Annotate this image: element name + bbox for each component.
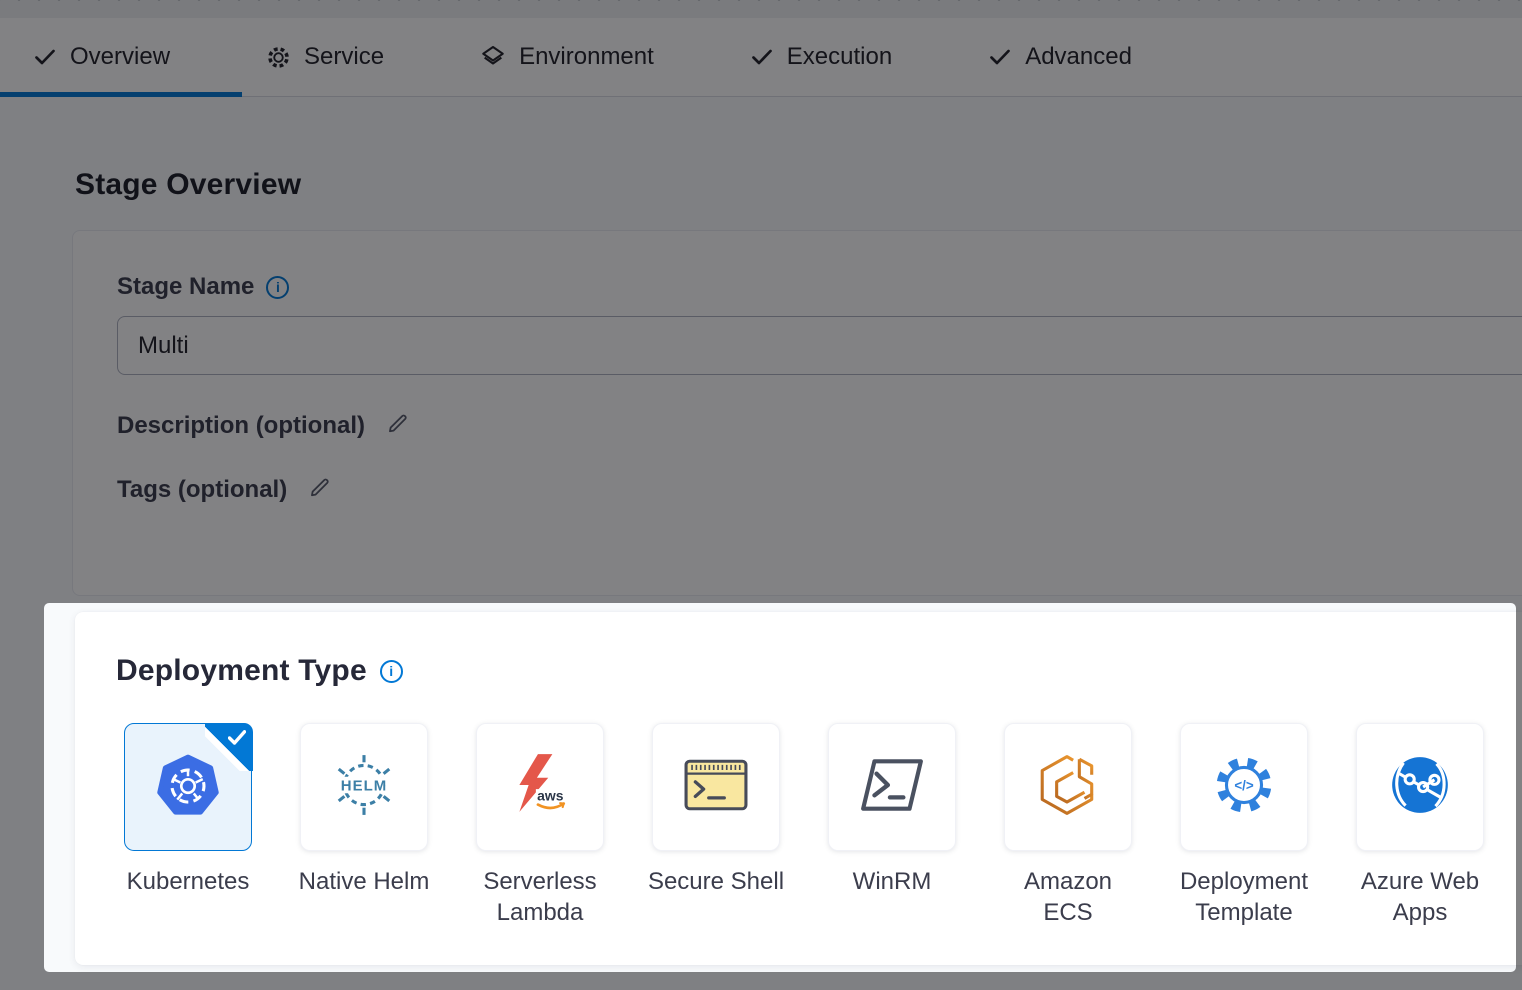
check-icon [33,45,57,69]
svg-text:</>: </> [1234,778,1254,793]
stage-details-card: Stage Name i Description (optional) Tags… [72,230,1522,596]
deployment-type-card: Deployment Type i [75,612,1522,965]
deployment-option-deployment-template[interactable]: </> [1180,723,1308,851]
tags-label: Tags (optional) [117,476,287,504]
tab-label: Environment [519,43,654,71]
tab-advanced[interactable]: Advanced [988,43,1132,71]
tab-label: Service [304,43,384,71]
option-label: WinRM [817,866,967,928]
powershell-logo [859,756,925,819]
check-icon [988,45,1012,69]
deployment-option-azure-web-apps[interactable] [1356,723,1484,851]
aws-lambda-logo: aws [507,752,573,823]
stage-name-label: Stage Name [117,273,254,301]
stage-overview-panel: Stage Overview Stage Name i Description … [0,97,1522,990]
selected-check-icon [228,730,246,745]
svg-text:aws: aws [537,787,564,803]
edit-pencil-icon[interactable] [385,409,412,443]
amazon-ecs-logo [1035,752,1101,823]
tab-label: Overview [70,43,170,71]
svg-text:HELM: HELM [341,777,387,794]
check-icon [750,45,774,69]
tab-label: Execution [787,43,892,71]
gear-code-logo: </> [1211,752,1277,823]
option-label: Deployment Template [1169,866,1319,928]
layers-icon [480,44,506,70]
tab-execution[interactable]: Execution [750,43,892,71]
selected-corner-badge [205,723,253,771]
info-icon[interactable]: i [266,276,289,299]
tab-overview[interactable]: Overview [33,43,170,71]
gear-icon [266,45,291,70]
deployment-type-options: HELM aws [124,723,1484,851]
description-label: Description (optional) [117,412,365,440]
deployment-option-amazon-ecs[interactable] [1004,723,1132,851]
deployment-type-title: Deployment Type [116,654,367,688]
deployment-option-native-helm[interactable]: HELM [300,723,428,851]
option-label: Secure Shell [641,866,791,928]
option-label: Kubernetes [113,866,263,928]
stage-name-input[interactable] [117,316,1522,375]
tab-environment[interactable]: Environment [480,43,654,71]
ssh-terminal-logo [684,758,748,817]
pipeline-canvas-dots [0,0,1522,18]
azure-globe-logo [1387,752,1453,823]
helm-logo: HELM [331,752,397,823]
page-title: Stage Overview [75,168,301,202]
stage-tabs: Overview Service Environment Execution A… [0,18,1522,97]
option-label: Amazon ECS [993,866,1143,928]
deployment-option-winrm[interactable] [828,723,956,851]
tab-service[interactable]: Service [266,43,384,71]
info-icon[interactable]: i [380,660,403,683]
option-label: Serverless Lambda [465,866,615,928]
tab-label: Advanced [1025,43,1132,71]
deployment-type-labels: Kubernetes Native Helm Serverless Lambda… [113,866,1495,928]
deployment-option-secure-shell[interactable] [652,723,780,851]
option-label: Azure Web Apps [1345,866,1495,928]
deployment-option-serverless-lambda[interactable]: aws [476,723,604,851]
option-label: Native Helm [289,866,439,928]
edit-pencil-icon[interactable] [307,473,334,507]
deployment-option-kubernetes[interactable] [124,723,252,851]
